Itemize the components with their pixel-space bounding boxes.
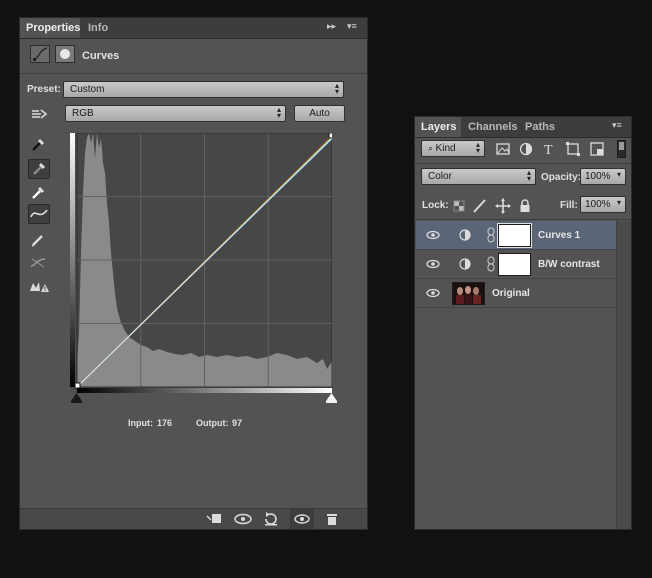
smooth-curve-icon[interactable]: [28, 253, 50, 273]
visibility-eye-icon[interactable]: [424, 258, 442, 273]
blend-mode-dropdown[interactable]: Color ▴ ▾: [421, 168, 536, 185]
black-point-eyedropper-icon[interactable]: [28, 135, 50, 155]
curve-endpoint-white: [328, 133, 332, 139]
output-label: Output:: [196, 418, 229, 428]
input-label: Input:: [128, 418, 153, 428]
view-previous-state-icon[interactable]: [232, 509, 252, 529]
black-point-slider-icon[interactable]: [71, 393, 82, 406]
properties-bottom-bar: [20, 508, 367, 529]
lock-position-icon[interactable]: [493, 196, 513, 216]
mask-link-icon[interactable]: [486, 227, 496, 246]
dropdown-arrows-icon: ▴ ▾: [276, 105, 281, 120]
curves-graph[interactable]: [70, 133, 332, 393]
visibility-eye-icon[interactable]: [424, 229, 442, 244]
tab-paths[interactable]: Paths: [519, 117, 559, 137]
curves-plot-area: [74, 133, 332, 389]
lock-divider: [415, 219, 631, 220]
reset-icon[interactable]: [261, 509, 281, 529]
fill-label: Fill:: [560, 200, 578, 211]
svg-text:T: T: [544, 143, 553, 158]
layer-row-original[interactable]: Original: [416, 279, 630, 308]
dropdown-arrows-icon: ▴ ▾: [334, 81, 339, 96]
adjustment-layer-filter-icon[interactable]: [516, 139, 536, 159]
layer-row-bw-contrast[interactable]: B/W contrast: [416, 250, 630, 279]
properties-tabbar: Properties Info ▸▸ ▾≡: [20, 18, 367, 39]
filter-toggle-icon[interactable]: [617, 140, 626, 158]
layers-panel: Layers Channels Paths ▾≡ ⌕ Kind ▴ ▾ T Col…: [414, 116, 632, 530]
visibility-eye-icon[interactable]: [290, 509, 314, 529]
channel-dropdown[interactable]: RGB ▴ ▾: [65, 105, 286, 122]
horizontal-gradient-bar: [77, 388, 332, 393]
auto-button[interactable]: Auto: [294, 105, 345, 122]
header-divider: [20, 73, 367, 74]
layer-image-thumbnail[interactable]: [452, 282, 485, 305]
layer-row-curves-1[interactable]: Curves 1: [416, 221, 630, 250]
output-value[interactable]: 97: [232, 418, 242, 428]
clipping-warning-icon[interactable]: [28, 277, 50, 297]
white-point-eyedropper-icon[interactable]: [28, 183, 50, 203]
tab-channels[interactable]: Channels: [462, 117, 520, 137]
curve-points-icon[interactable]: [28, 204, 50, 224]
opacity-label: Opacity:: [541, 172, 582, 183]
visibility-eye-icon[interactable]: [424, 287, 442, 302]
white-point-slider-icon[interactable]: [326, 393, 337, 406]
filter-kind-dropdown[interactable]: ⌕ Kind ▴ ▾: [421, 140, 485, 157]
type-layer-filter-icon[interactable]: T: [539, 139, 559, 159]
layer-mask-thumbnail[interactable]: [497, 223, 532, 248]
adjustment-title: Curves: [82, 50, 120, 62]
adjustment-layer-icon: [458, 257, 472, 274]
targeted-adjustment-hand-icon[interactable]: [29, 104, 51, 124]
layer-name[interactable]: B/W contrast: [538, 259, 600, 270]
lock-image-pixels-icon[interactable]: [470, 196, 490, 216]
gray-point-eyedropper-icon[interactable]: [28, 159, 50, 179]
curves-adjustment-icon: [30, 45, 50, 63]
shape-layer-filter-icon[interactable]: [563, 139, 583, 159]
tab-info[interactable]: Info: [82, 18, 112, 38]
tab-layers[interactable]: Layers: [415, 117, 461, 137]
filter-divider: [415, 163, 631, 164]
layers-tabbar: Layers Channels Paths ▾≡: [415, 117, 631, 138]
black-gradient-bar: [70, 133, 75, 387]
dropdown-arrows-icon: ▴ ▾: [526, 168, 531, 183]
preset-label: Preset:: [27, 84, 61, 95]
curve-endpoint-black: [74, 382, 81, 389]
fill-dropdown-arrow-icon[interactable]: ▾: [617, 199, 621, 207]
layer-mask-thumbnail[interactable]: [498, 253, 531, 276]
adjustment-layer-icon: [458, 228, 472, 245]
properties-panel: Properties Info ▸▸ ▾≡ Curves Preset: Cus…: [19, 17, 368, 530]
fill-field[interactable]: 100% ▾: [580, 196, 626, 213]
opacity-value: 100%: [585, 171, 611, 182]
search-icon: ⌕: [428, 143, 436, 153]
panel-menu-icon[interactable]: ▾≡: [612, 120, 622, 131]
layers-scrollbar[interactable]: [616, 221, 631, 529]
input-value[interactable]: 176: [157, 418, 172, 428]
filter-kind-value: Kind: [435, 143, 456, 154]
opacity-dropdown-arrow-icon[interactable]: ▾: [617, 171, 621, 179]
lock-transparent-pixels-icon[interactable]: [449, 196, 469, 216]
tab-properties[interactable]: Properties: [20, 18, 80, 38]
panel-menu-icon[interactable]: ▾≡: [347, 21, 357, 32]
lock-label: Lock:: [422, 200, 449, 211]
mask-link-icon[interactable]: [486, 256, 496, 275]
preset-dropdown[interactable]: Custom ▴ ▾: [63, 81, 344, 98]
pixel-layer-filter-icon[interactable]: [493, 139, 513, 159]
clip-to-layer-icon[interactable]: [204, 509, 224, 529]
opacity-field[interactable]: 100% ▾: [580, 168, 626, 185]
collapse-panel-icon[interactable]: ▸▸: [327, 21, 336, 32]
trash-icon[interactable]: [322, 509, 342, 529]
pencil-draw-icon[interactable]: [28, 230, 50, 250]
lock-all-icon[interactable]: [515, 196, 535, 216]
channel-value: RGB: [72, 108, 94, 119]
preset-value: Custom: [70, 84, 105, 95]
layer-mask-icon[interactable]: [55, 45, 75, 63]
smart-object-filter-icon[interactable]: [587, 139, 607, 159]
layer-name[interactable]: Curves 1: [538, 230, 580, 241]
blend-mode-value: Color: [428, 171, 452, 182]
fill-value: 100%: [585, 199, 611, 210]
layer-name[interactable]: Original: [492, 288, 530, 299]
dropdown-arrows-icon: ▴ ▾: [475, 140, 480, 155]
